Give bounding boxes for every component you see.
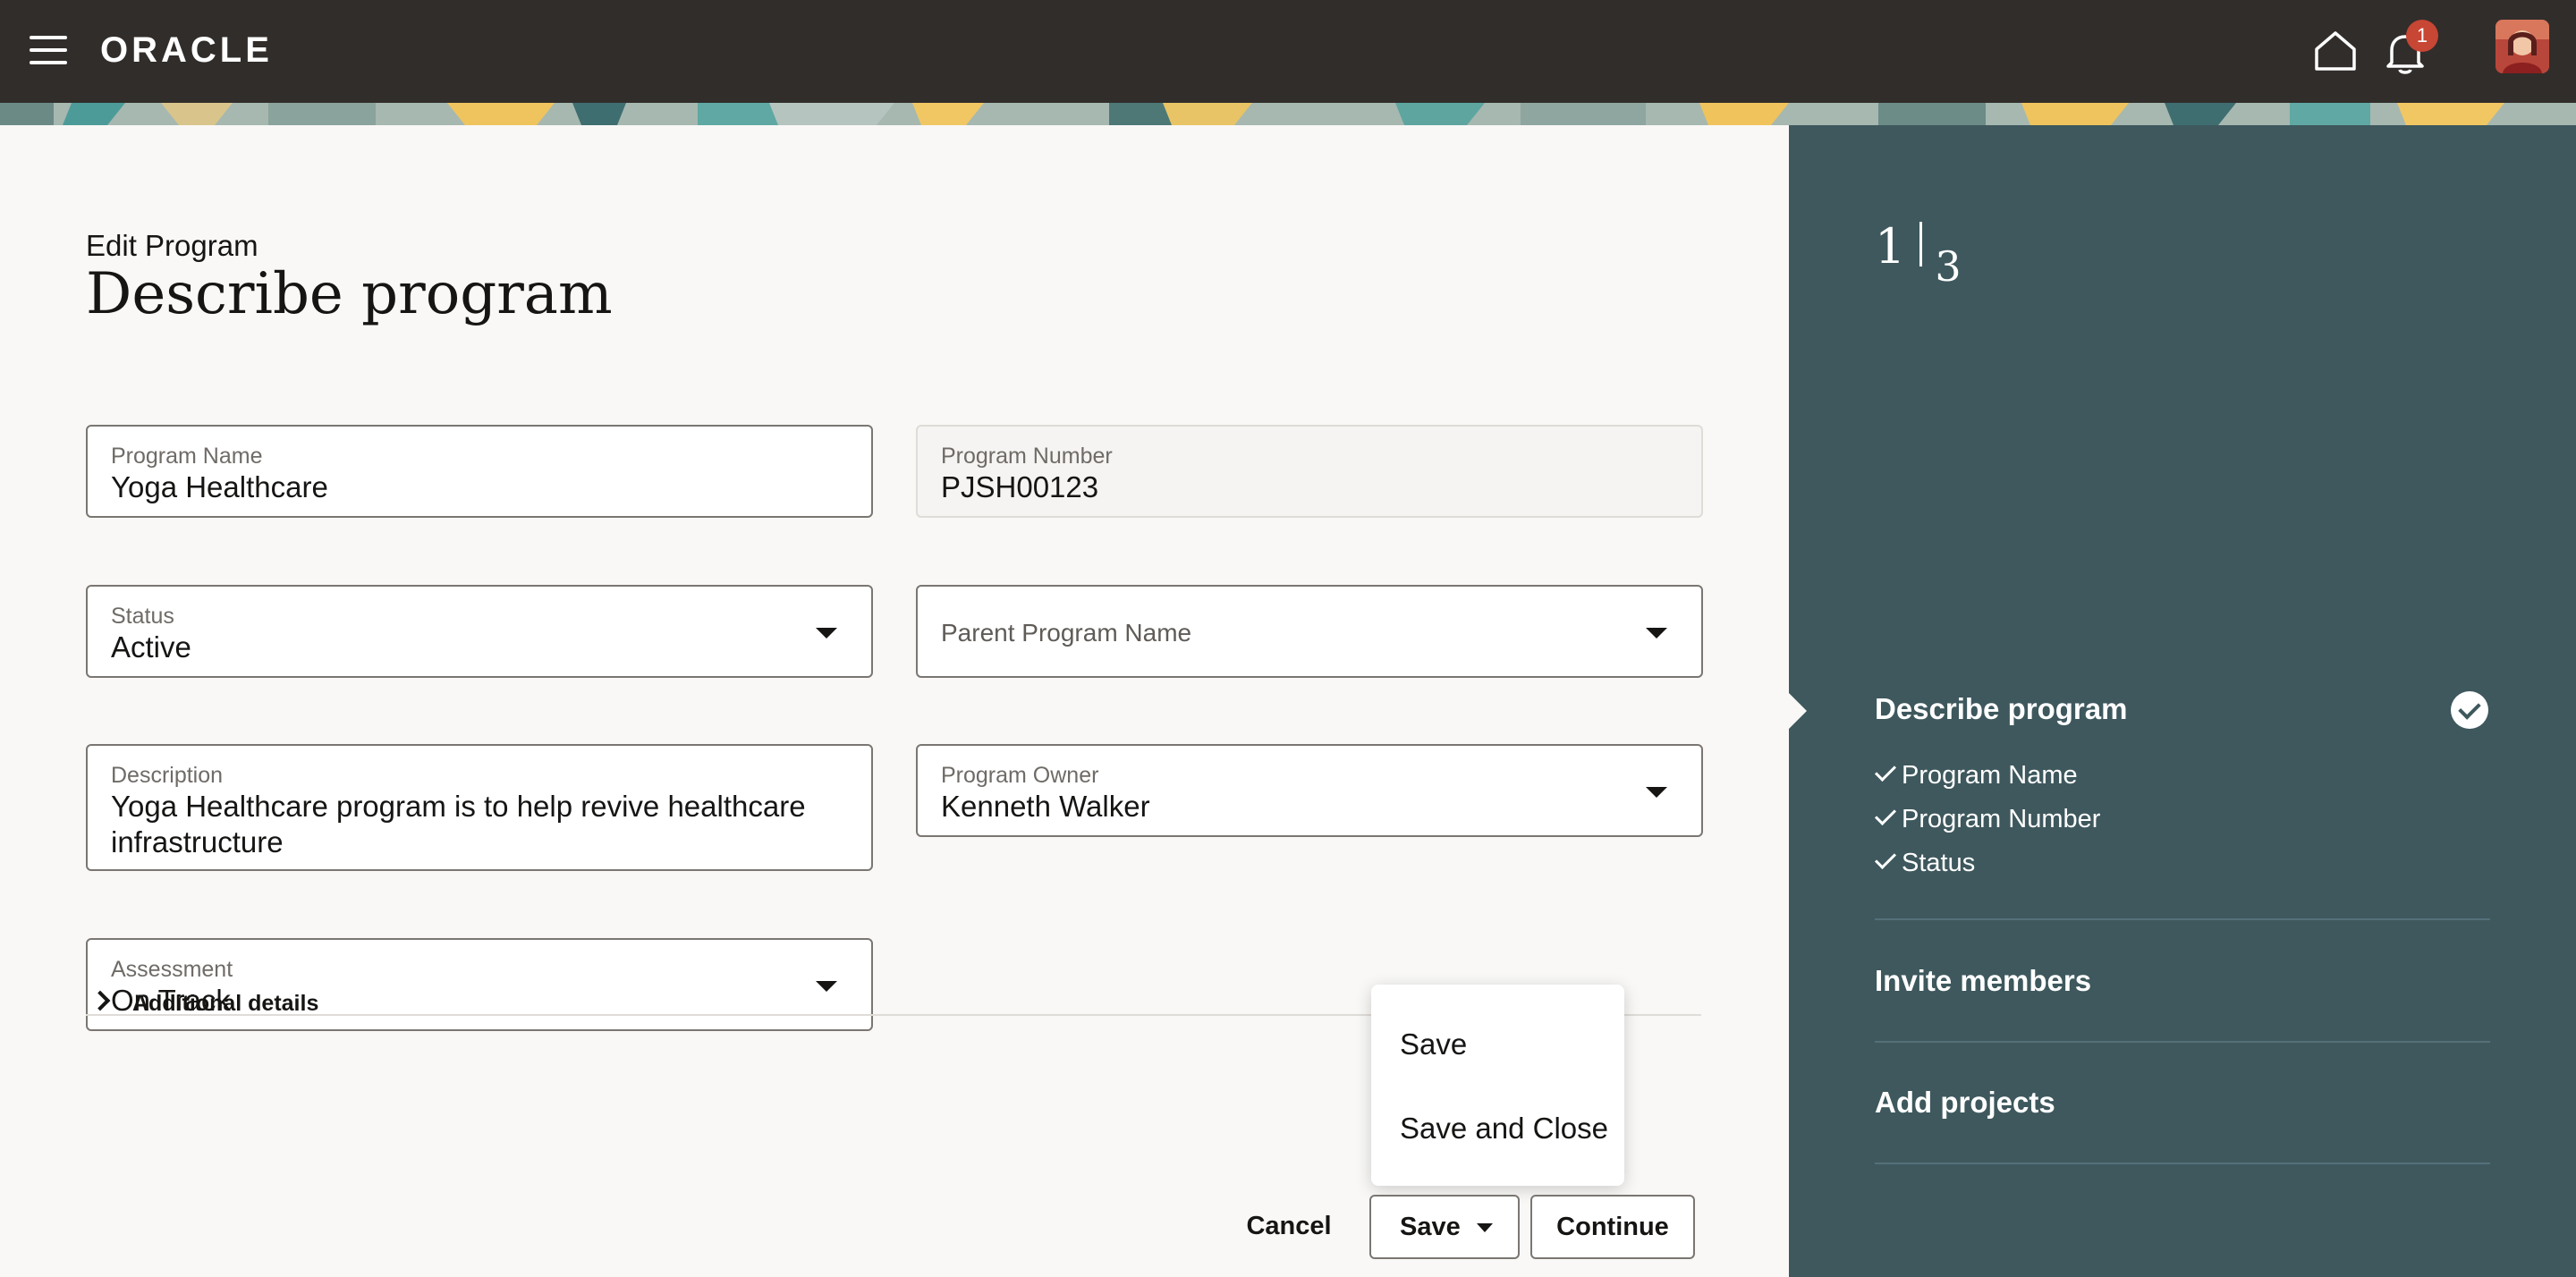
step-describe-program[interactable]: Describe program: [1875, 692, 2127, 726]
active-step-pointer: [1789, 693, 1807, 729]
cancel-button[interactable]: Cancel: [1231, 1193, 1347, 1259]
program-owner-select[interactable]: Program Owner Kenneth Walker: [916, 744, 1703, 837]
save-menu-button[interactable]: Save: [1369, 1195, 1520, 1259]
notifications-button[interactable]: 1: [2385, 20, 2438, 77]
substep-label: Status: [1902, 849, 1976, 877]
step-divider: [1875, 1041, 2490, 1043]
substep-program-name: Program Name: [1874, 759, 2078, 791]
substep-program-number: Program Number: [1874, 803, 2101, 834]
program-owner-value: Kenneth Walker: [941, 790, 1150, 823]
description-label: Description: [111, 763, 224, 788]
program-number-field: Program Number PJSH00123: [916, 425, 1703, 518]
save-button-label: Save: [1400, 1212, 1461, 1241]
step-counter: 13: [1875, 218, 1962, 291]
substep-label: Program Name: [1902, 761, 2078, 790]
chevron-down-icon[interactable]: [1646, 628, 1667, 638]
save-dropdown-menu: Save Save and Close: [1371, 985, 1624, 1186]
assessment-select[interactable]: Assessment On Track: [86, 938, 873, 1031]
avatar-image: [2496, 20, 2549, 73]
substep-status: Status: [1874, 847, 1976, 878]
banner-pattern-image: [0, 103, 2576, 125]
status-select[interactable]: Status Active: [86, 585, 873, 678]
chevron-down-icon[interactable]: [816, 628, 837, 638]
step-divider: [1875, 918, 2490, 920]
user-avatar[interactable]: [2496, 20, 2549, 73]
program-name-label: Program Name: [111, 444, 263, 469]
home-icon[interactable]: [2313, 30, 2358, 72]
substep-label: Program Number: [1902, 805, 2101, 833]
program-name-input[interactable]: Yoga Healthcare: [111, 469, 848, 505]
status-label: Status: [111, 604, 174, 629]
checkmark-icon: [1874, 847, 1897, 870]
check-circle-icon: [2451, 691, 2488, 729]
page-eyebrow: Edit Program: [86, 229, 258, 262]
status-value: Active: [111, 630, 191, 664]
caret-down-icon: [1477, 1223, 1493, 1232]
oracle-logo[interactable]: ORACLE: [100, 30, 273, 71]
notification-badge: 1: [2406, 20, 2438, 52]
description-field[interactable]: Description Yoga Healthcare program is t…: [86, 744, 873, 871]
parent-program-select[interactable]: Parent Program Name: [916, 585, 1703, 678]
chevron-right-icon: [89, 990, 111, 1011]
decorative-banner: [0, 103, 2576, 125]
page-title: Describe program: [86, 261, 613, 327]
parent-program-label: Parent Program Name: [941, 619, 1192, 647]
step-total: 3: [1935, 242, 1962, 291]
additional-details-label: Additional details: [132, 991, 319, 1016]
assessment-label: Assessment: [111, 957, 233, 982]
description-input[interactable]: Yoga Healthcare program is to help reviv…: [111, 789, 848, 860]
step-invite-members[interactable]: Invite members: [1875, 964, 2091, 998]
chevron-down-icon[interactable]: [1646, 787, 1667, 798]
program-number-value: PJSH00123: [941, 470, 1099, 503]
step-add-projects[interactable]: Add projects: [1875, 1086, 2055, 1120]
checkmark-icon: [1874, 803, 1897, 826]
top-bar: ORACLE 1: [0, 0, 2576, 103]
menu-item-save-and-close[interactable]: Save and Close: [1400, 1112, 1608, 1146]
program-number-label: Program Number: [941, 444, 1113, 469]
hamburger-menu-icon[interactable]: [30, 36, 67, 64]
step-current: 1: [1875, 218, 1906, 275]
continue-button[interactable]: Continue: [1530, 1195, 1695, 1259]
step-divider: [1875, 1163, 2490, 1164]
menu-item-save[interactable]: Save: [1400, 1028, 1467, 1061]
program-owner-label: Program Owner: [941, 763, 1099, 788]
program-name-field[interactable]: Program Name Yoga Healthcare: [86, 425, 873, 518]
checkmark-icon: [1874, 759, 1897, 782]
